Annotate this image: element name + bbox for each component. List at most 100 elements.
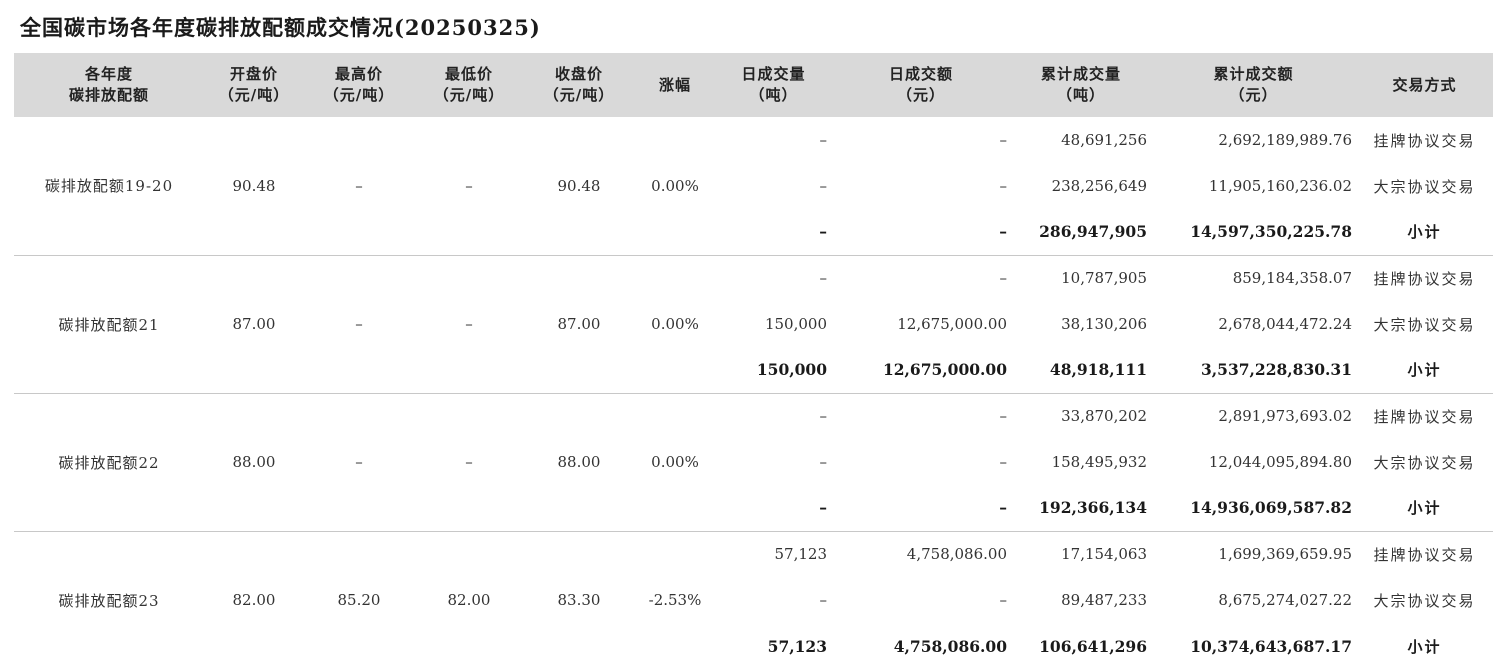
header-unit: （元） [896, 86, 945, 104]
daily-amount-cell: 4,758,086.00 [906, 545, 1007, 564]
high-price-cell: – [304, 255, 414, 394]
cum-amount-cell: 2,692,189,989.76 [1218, 131, 1352, 149]
header-label: 各年度 [84, 65, 133, 83]
daily-volume-cell: 57,123 [774, 545, 828, 564]
header-unit: （元/吨） [543, 86, 615, 104]
quota-name-cell: 碳排放配额21 [14, 255, 204, 394]
quota-name-cell: 碳排放配额19-20 [14, 117, 204, 256]
open-price-cell: 82.00 [232, 591, 276, 610]
header-col-high: 最高价 （元/吨） [304, 53, 414, 117]
daily-volume-cell: – [819, 177, 828, 195]
daily-volume-cell: – [819, 269, 828, 288]
low-price-cell: – [414, 255, 524, 394]
change-cell: 0.00% [634, 117, 716, 256]
trade-method-cell: 小计 [1356, 209, 1493, 256]
daily-amount-cell: – [999, 177, 1008, 195]
trade-method-cell: 挂牌协议交易 [1373, 269, 1476, 288]
cum-volume-cell: 286,947,905 [1011, 209, 1151, 256]
header-label: 最高价 [334, 65, 383, 83]
cum-amount-cell: 12,044,095,894.80 [1208, 453, 1352, 471]
cum-amount-cell: 14,597,350,225.78 [1151, 209, 1356, 256]
cum-volume-cell: 38,130,206 [1061, 315, 1147, 333]
daily-volume-cell: – [819, 131, 828, 149]
daily-volume-cell: 150,000 [716, 347, 831, 394]
header-col-daily-amount: 日成交额 （元） [831, 53, 1011, 117]
header-col-cum-amount: 累计成交额 （元） [1151, 53, 1356, 117]
page-title: 全国碳市场各年度碳排放配额成交情况(20250325) [20, 15, 541, 40]
header-col-cum-volume: 累计成交量 （吨） [1011, 53, 1151, 117]
header-label: 日成交量 [741, 65, 806, 83]
cum-volume-cell: 89,487,233 [1061, 591, 1147, 609]
trade-method-cell: 大宗协议交易 [1373, 315, 1476, 334]
header-label: 最低价 [444, 65, 493, 83]
daily-amount-cell: 12,675,000.00 [897, 315, 1007, 333]
cum-volume-cell: 33,870,202 [1061, 407, 1147, 426]
header-col-close: 收盘价 （元/吨） [524, 53, 634, 117]
daily-amount-cell: 12,675,000.00 [831, 347, 1011, 394]
high-price-cell: – [304, 117, 414, 256]
close-price-cell: 87.00 [524, 255, 634, 394]
cum-amount-cell: 859,184,358.07 [1232, 269, 1352, 288]
header-unit: 碳排放配额 [68, 86, 149, 104]
trade-method-cell: 大宗协议交易 [1373, 591, 1476, 610]
cum-amount-cell: 1,699,369,659.95 [1218, 545, 1352, 564]
daily-amount-cell: 4,758,086.00 [893, 636, 1007, 656]
change-cell: 0.00% [634, 255, 716, 394]
header-col-open: 开盘价 （元/吨） [204, 53, 304, 117]
header-label: 日成交额 [888, 65, 953, 83]
cum-amount-cell: 8,675,274,027.22 [1218, 591, 1352, 609]
trade-method-cell: 小计 [1407, 637, 1442, 656]
header-unit: （元/吨） [218, 86, 290, 104]
header-col-method: 交易方式 [1356, 53, 1493, 117]
table-row: 碳排放配额23 82.00 85.20 82.00 83.30 -2.53% 57,123 4… [14, 531, 1493, 610]
quota-name-cell: 碳排放配额23 [58, 591, 160, 610]
trade-method-cell: 挂牌协议交易 [1373, 407, 1476, 426]
trade-method-cell: 小计 [1356, 347, 1493, 394]
open-price-cell: 87.00 [204, 255, 304, 394]
header-label: 开盘价 [229, 65, 278, 83]
header-unit: （吨） [1056, 86, 1105, 104]
close-price-cell: 88.00 [524, 393, 634, 532]
daily-amount-cell: – [999, 407, 1008, 426]
header-label: 累计成交量 [1040, 65, 1121, 83]
header-label: 收盘价 [554, 65, 603, 83]
daily-amount-cell: – [999, 453, 1008, 471]
daily-volume-cell: – [716, 209, 831, 256]
header-row: 各年度 碳排放配额 开盘价 （元/吨） 最高价 （元/吨） 最低价 （元/吨） 收盘价 （元/吨）… [14, 53, 1493, 117]
table-header: 各年度 碳排放配额 开盘价 （元/吨） 最高价 （元/吨） 最低价 （元/吨） 收盘价 （元/吨）… [14, 53, 1493, 117]
table-body: 碳排放配额19-20 90.48– –90.48 0.00% – –48,691,256 2… [14, 117, 1493, 669]
table-row: 碳排放配额19-20 90.48– –90.48 0.00% – –48,691,256 2… [14, 117, 1493, 256]
high-price-cell: – [304, 393, 414, 532]
daily-amount-cell: – [999, 269, 1008, 288]
daily-volume-cell: 150,000 [764, 315, 827, 333]
header-label: 交易方式 [1392, 75, 1457, 94]
cum-volume-cell: 48,918,111 [1011, 347, 1151, 394]
daily-volume-cell: – [716, 485, 831, 532]
open-price-cell: 90.48 [204, 117, 304, 256]
cum-amount-cell: 3,537,228,830.31 [1151, 347, 1356, 394]
change-cell: 0.00% [634, 393, 716, 532]
close-price-cell: 83.30 [557, 591, 601, 610]
close-price-cell: 90.48 [524, 117, 634, 256]
high-price-cell: 85.20 [337, 591, 381, 610]
daily-volume-cell: – [819, 591, 828, 609]
header-col-quota: 各年度 碳排放配额 [14, 53, 204, 117]
cum-volume-cell: 106,641,296 [1039, 636, 1147, 656]
table-row: 碳排放配额21 87.00– –87.00 0.00% – –10,787,905 859,… [14, 255, 1493, 394]
cum-amount-cell: 11,905,160,236.02 [1208, 177, 1352, 195]
trade-method-cell: 挂牌协议交易 [1373, 131, 1476, 150]
cum-amount-cell: 2,891,973,693.02 [1218, 407, 1352, 426]
daily-amount-cell: – [999, 131, 1008, 149]
cum-amount-cell: 2,678,044,472.24 [1218, 315, 1352, 333]
open-price-cell: 88.00 [204, 393, 304, 532]
trade-method-cell: 大宗协议交易 [1373, 453, 1476, 472]
low-price-cell: – [414, 117, 524, 256]
quota-name-cell: 碳排放配额22 [14, 393, 204, 532]
trade-method-cell: 小计 [1356, 485, 1493, 532]
header-unit: （吨） [749, 86, 798, 104]
daily-volume-cell: 57,123 [767, 636, 827, 656]
change-cell: -2.53% [648, 591, 702, 610]
header-col-low: 最低价 （元/吨） [414, 53, 524, 117]
cum-volume-cell: 10,787,905 [1061, 269, 1147, 288]
cum-volume-cell: 48,691,256 [1061, 131, 1147, 149]
